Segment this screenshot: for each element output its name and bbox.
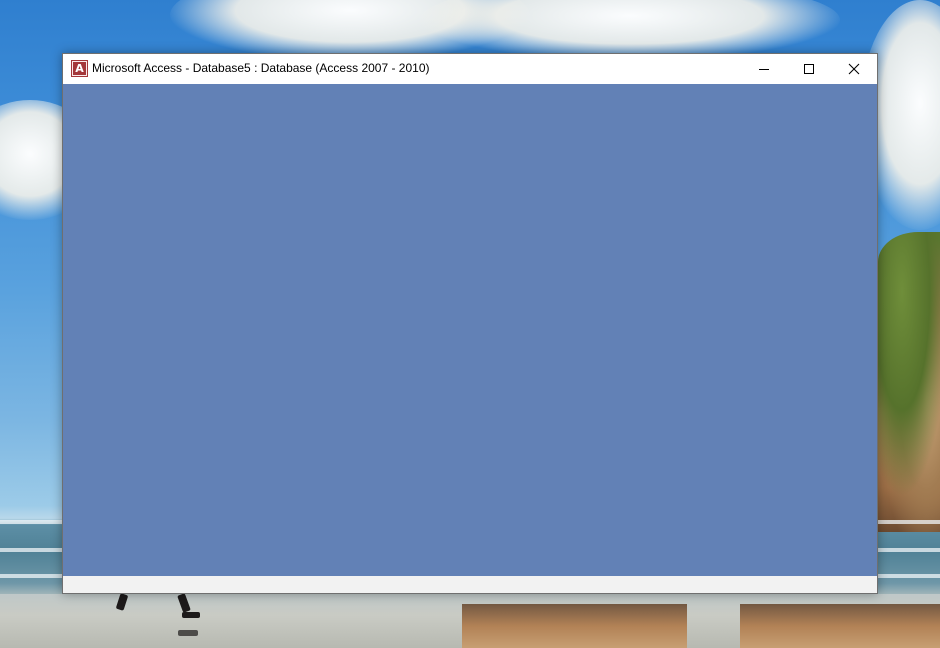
window-title: Microsoft Access - Database5 : Database … (92, 61, 430, 75)
title-bar[interactable]: A Microsoft Access - Database5 : Databas… (63, 54, 877, 84)
status-bar (63, 576, 877, 593)
maximize-button[interactable] (786, 54, 832, 84)
minimize-button[interactable] (741, 54, 787, 84)
app-icon-letter: A (73, 62, 86, 75)
access-window[interactable]: A Microsoft Access - Database5 : Databas… (62, 53, 878, 594)
maximize-icon (804, 64, 814, 74)
minimize-icon (759, 69, 769, 70)
microsoft-access-icon[interactable]: A (71, 60, 88, 77)
wallpaper-reflection (462, 604, 687, 648)
wallpaper-reflection (740, 604, 940, 648)
wallpaper-cloud (420, 0, 840, 60)
close-icon (848, 63, 860, 75)
wallpaper-cliff (878, 232, 940, 532)
wallpaper-runner (182, 612, 200, 618)
workspace-area[interactable] (63, 84, 877, 576)
wallpaper-runner-reflection (178, 630, 198, 636)
close-button[interactable] (831, 54, 877, 84)
